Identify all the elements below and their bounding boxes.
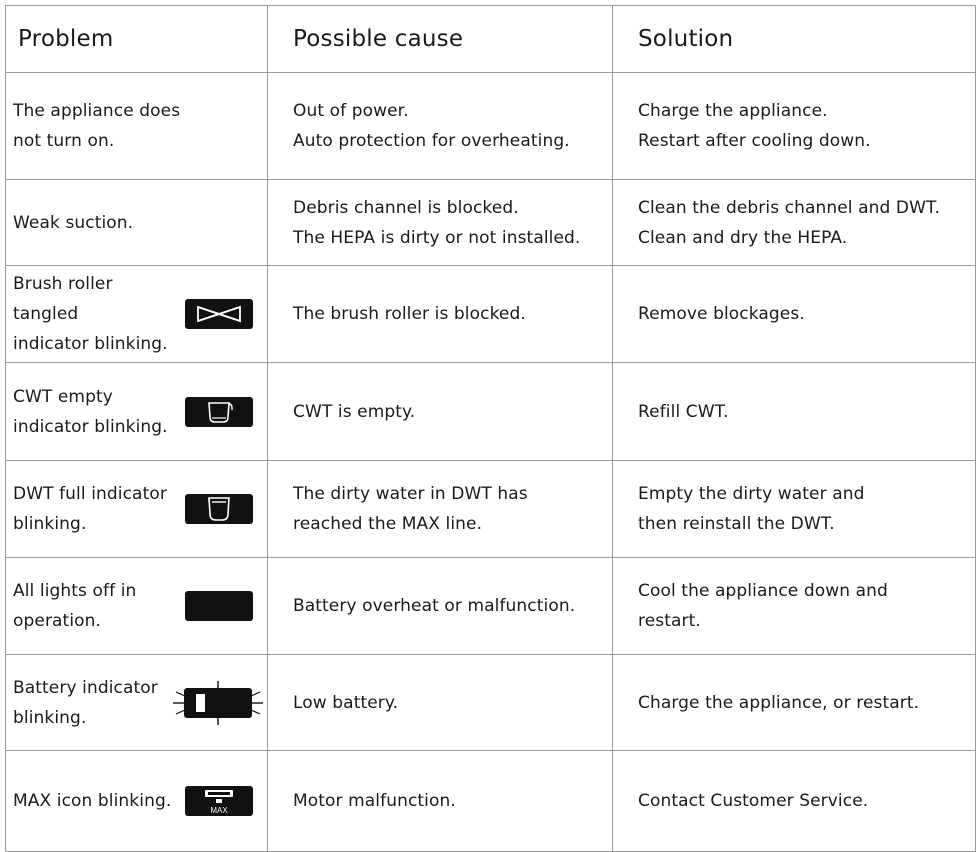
table-row: Brush roller tangled indicator blinking.… <box>5 265 976 363</box>
problem-cell: The appliance does not turn on. <box>5 72 268 180</box>
cause-cell: The brush roller is blocked. <box>267 265 613 363</box>
table-row: MAX icon blinking. MAX Motor malfunction… <box>5 750 976 852</box>
dirty-water-tank-icon <box>185 494 253 524</box>
table-row: The appliance does not turn on. Out of p… <box>5 72 976 180</box>
table-row: Weak suction. Debris channel is blocked.… <box>5 179 976 266</box>
solution-cell: Charge the appliance, or restart. <box>612 654 976 751</box>
problem-cell: CWT empty indicator blinking. <box>5 362 268 461</box>
cause-cell: CWT is empty. <box>267 362 613 461</box>
table-row: All lights off in operation. Battery ove… <box>5 557 976 655</box>
problem-header: Problem <box>5 5 268 73</box>
header-row: Problem Possible cause Solution <box>5 5 976 73</box>
troubleshooting-table: Problem Possible cause Solution The appl… <box>5 5 976 852</box>
table-row: Battery indicator blinking. Low battery.… <box>5 654 976 751</box>
cause-cell: Out of power. Auto protection for overhe… <box>267 72 613 180</box>
solution-cell: Contact Customer Service. <box>612 750 976 852</box>
problem-cell: Brush roller tangled indicator blinking. <box>5 265 268 363</box>
cause-cell: Motor malfunction. <box>267 750 613 852</box>
cause-cell: Debris channel is blocked. The HEPA is d… <box>267 179 613 266</box>
problem-cell: Weak suction. <box>5 179 268 266</box>
problem-cell: MAX icon blinking. MAX <box>5 750 268 852</box>
solution-header: Solution <box>612 5 976 73</box>
all-lights-off-icon <box>185 591 253 621</box>
solution-cell: Charge the appliance. Restart after cool… <box>612 72 976 180</box>
table-row: CWT empty indicator blinking. CWT is emp… <box>5 362 976 461</box>
cause-cell: The dirty water in DWT has reached the M… <box>267 460 613 558</box>
problem-cell: DWT full indicator blinking. <box>5 460 268 558</box>
cause-cell: Battery overheat or malfunction. <box>267 557 613 655</box>
clean-water-tank-icon <box>185 396 253 427</box>
max-mode-icon: MAX <box>185 786 253 816</box>
solution-cell: Clean the debris channel and DWT. Clean … <box>612 179 976 266</box>
problem-cell: Battery indicator blinking. <box>5 654 268 751</box>
battery-blinking-icon <box>173 680 263 725</box>
problem-cell: All lights off in operation. <box>5 557 268 655</box>
solution-cell: Empty the dirty water and then reinstall… <box>612 460 976 558</box>
table-row: DWT full indicator blinking. The dirty w… <box>5 460 976 558</box>
solution-cell: Remove blockages. <box>612 265 976 363</box>
max-label: MAX <box>210 806 228 815</box>
solution-cell: Cool the appliance down and restart. <box>612 557 976 655</box>
brush-roller-tangled-icon <box>185 299 253 329</box>
solution-cell: Refill CWT. <box>612 362 976 461</box>
cause-cell: Low battery. <box>267 654 613 751</box>
cause-header: Possible cause <box>267 5 613 73</box>
